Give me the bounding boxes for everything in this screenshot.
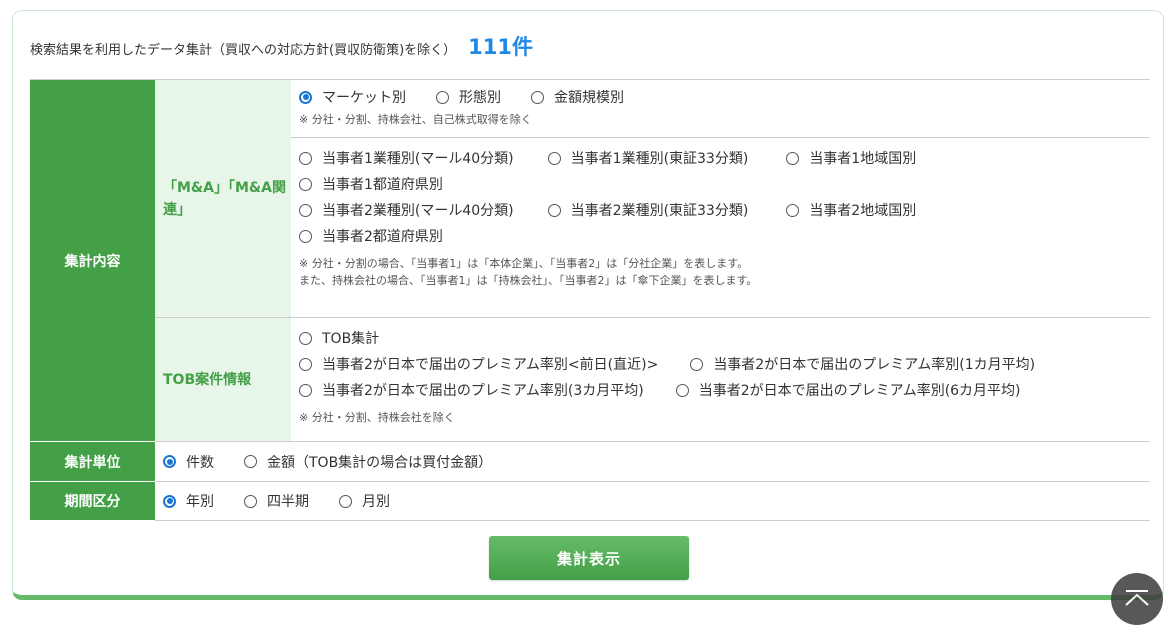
chevron-up-icon bbox=[1125, 590, 1149, 606]
ma-options: マーケット別 形態別 金額規模別 ※ 分社・分割、持株会社、自己株式取得を除く … bbox=[291, 80, 1150, 318]
ma-note-2a: ※ 分社・分割の場合、「当事者1」は「本体企業」、「当事者2」は「分社企業」を表… bbox=[299, 257, 749, 270]
tob-note: ※ 分社・分割、持株会社を除く bbox=[299, 411, 455, 424]
radio-icon[interactable] bbox=[299, 229, 312, 243]
radio-period-month[interactable]: 月別 bbox=[339, 491, 390, 511]
radio-icon[interactable] bbox=[244, 455, 257, 468]
radio-premium-prev-day[interactable]: 当事者2が日本で届出のプレミアム率別<前日(直近)> bbox=[299, 354, 658, 374]
unit-header: 集計単位 bbox=[30, 441, 155, 482]
radio-premium-6m[interactable]: 当事者2が日本で届出のプレミアム率別(6カ月平均) bbox=[675, 380, 1021, 400]
radio-icon[interactable] bbox=[299, 177, 312, 191]
ma-note-1: ※ 分社・分割、持株会社、自己株式取得を除く bbox=[299, 113, 532, 126]
radio-icon[interactable] bbox=[339, 494, 352, 508]
radio-icon[interactable] bbox=[547, 203, 561, 217]
content-header: 集計内容 bbox=[30, 79, 155, 442]
radio-p2-prefecture[interactable]: 当事者2都道府県別 bbox=[299, 226, 443, 246]
period-header: 期間区分 bbox=[30, 481, 155, 521]
radio-unit-count[interactable]: 件数 bbox=[163, 452, 214, 472]
aggregation-table: 集計内容 「M&A」「M&A関連」 マーケット別 形態別 金額規模別 ※ 分社・… bbox=[30, 79, 1150, 521]
summary-label: 検索結果を利用したデータ集計（買収への対応方針(買収防衛策)を除く） bbox=[30, 43, 457, 58]
result-count: 111件 bbox=[468, 35, 533, 59]
radio-p1-tse33[interactable]: 当事者1業種別(東証33分類) bbox=[547, 148, 748, 168]
radio-p1-mar40[interactable]: 当事者1業種別(マール40分類) bbox=[299, 148, 514, 168]
tob-options: TOB集計 当事者2が日本で届出のプレミアム率別<前日(直近)> 当事者2が日本… bbox=[291, 318, 1150, 442]
radio-icon[interactable] bbox=[299, 357, 312, 371]
radio-icon[interactable] bbox=[244, 494, 257, 508]
radio-premium-1m[interactable]: 当事者2が日本で届出のプレミアム率別(1カ月平均) bbox=[690, 354, 1035, 374]
radio-unit-amount[interactable]: 金額（TOB集計の場合は買付金額） bbox=[244, 452, 492, 472]
radio-amount-scale[interactable]: 金額規模別 bbox=[531, 87, 624, 107]
radio-checked-icon[interactable] bbox=[163, 455, 176, 468]
radio-icon[interactable] bbox=[786, 151, 800, 165]
radio-period-year[interactable]: 年別 bbox=[163, 491, 214, 511]
radio-p1-region[interactable]: 当事者1地域国別 bbox=[786, 148, 916, 168]
radio-icon[interactable] bbox=[299, 203, 312, 217]
radio-p1-prefecture[interactable]: 当事者1都道府県別 bbox=[299, 174, 443, 194]
radio-checked-icon[interactable] bbox=[163, 494, 176, 508]
radio-icon[interactable] bbox=[547, 151, 561, 165]
radio-icon[interactable] bbox=[299, 331, 312, 345]
radio-icon[interactable] bbox=[690, 357, 704, 371]
radio-market[interactable]: マーケット別 bbox=[299, 87, 406, 107]
aggregation-card: 検索結果を利用したデータ集計（買収への対応方針(買収防衛策)を除く） 111件 … bbox=[12, 10, 1164, 600]
radio-icon[interactable] bbox=[299, 383, 312, 397]
scroll-to-top-button[interactable] bbox=[1111, 573, 1163, 625]
ma-label: 「M&A」「M&A関連」 bbox=[155, 79, 291, 318]
radio-tob-aggregate[interactable]: TOB集計 bbox=[299, 328, 379, 348]
radio-icon[interactable] bbox=[531, 90, 544, 104]
unit-options: 件数 金額（TOB集計の場合は買付金額） bbox=[155, 442, 1150, 482]
radio-checked-icon[interactable] bbox=[299, 90, 312, 104]
period-options: 年別 四半期 月別 bbox=[155, 482, 1150, 521]
radio-p2-region[interactable]: 当事者2地域国別 bbox=[786, 200, 916, 220]
radio-icon[interactable] bbox=[786, 203, 800, 217]
party-options: 当事者1業種別(マール40分類) 当事者1業種別(東証33分類) 当事者1地域国… bbox=[291, 137, 1150, 297]
summary-line: 検索結果を利用したデータ集計（買収への対応方針(買収防衛策)を除く） 111件 bbox=[30, 31, 533, 61]
radio-p2-tse33[interactable]: 当事者2業種別(東証33分類) bbox=[547, 200, 748, 220]
radio-period-quarter[interactable]: 四半期 bbox=[244, 491, 309, 511]
aggregate-display-button[interactable]: 集計表示 bbox=[489, 536, 689, 580]
radio-form[interactable]: 形態別 bbox=[436, 87, 501, 107]
ma-note-2b: また、持株会社の場合、「当事者1」は「持株会社」、「当事者2」は「傘下企業」を表… bbox=[299, 274, 758, 287]
radio-premium-3m[interactable]: 当事者2が日本で届出のプレミアム率別(3カ月平均) bbox=[299, 380, 644, 400]
tob-label: TOB案件情報 bbox=[155, 317, 291, 442]
radio-icon[interactable] bbox=[436, 90, 449, 104]
radio-icon[interactable] bbox=[675, 383, 689, 397]
radio-icon[interactable] bbox=[299, 151, 312, 165]
radio-p2-mar40[interactable]: 当事者2業種別(マール40分類) bbox=[299, 200, 514, 220]
